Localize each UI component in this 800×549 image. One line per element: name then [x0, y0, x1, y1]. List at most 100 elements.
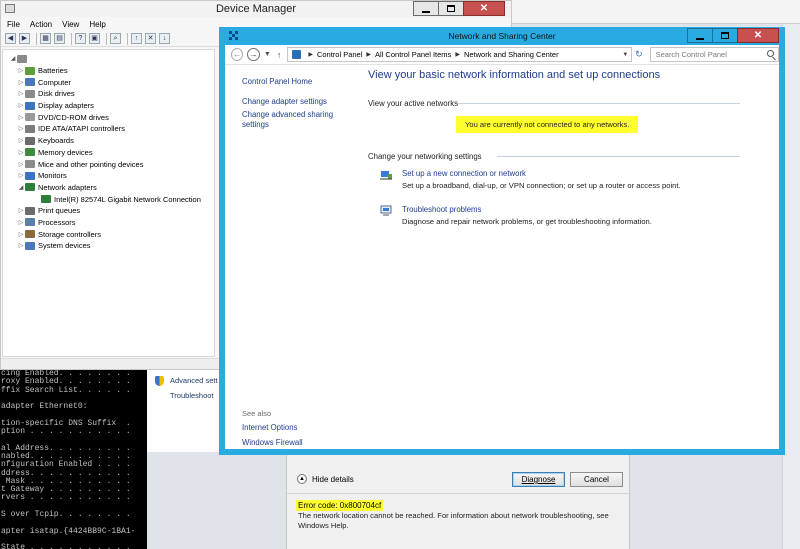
enable-device-icon[interactable]: ↓ — [159, 33, 170, 44]
close-button[interactable]: ✕ — [737, 28, 779, 43]
menu-action[interactable]: Action — [30, 20, 52, 29]
expand-icon[interactable]: ▷ — [17, 90, 25, 97]
expand-icon[interactable]: ▷ — [17, 67, 25, 74]
forward-button[interactable]: → — [247, 48, 260, 61]
refresh-icon[interactable]: ↻ — [632, 49, 645, 60]
network-sharing-center-window: Network and Sharing Center ✕ ← → ▼ ↑ ▶ C… — [219, 27, 785, 455]
troubleshoot-problems-desc: Diagnose and repair network problems, or… — [402, 217, 652, 226]
expand-icon[interactable]: ▷ — [17, 149, 25, 156]
hide-details-label: Hide details — [312, 474, 354, 484]
troubleshoot-link[interactable]: Troubleshoot — [170, 391, 214, 400]
up-arrow-icon[interactable]: ↑ — [277, 50, 282, 60]
recent-pages-icon[interactable]: ▼ — [264, 51, 271, 58]
device-manager-titlebar[interactable]: Device Manager ✕ — [1, 1, 511, 17]
nsc-titlebar[interactable]: Network and Sharing Center ✕ — [225, 27, 779, 45]
tree-item[interactable]: ▷ Keyboards — [3, 135, 214, 147]
expand-icon[interactable]: ▷ — [17, 102, 25, 109]
tree-item[interactable]: ▷ Memory devices — [3, 147, 214, 159]
not-connected-message: You are currently not connected to any n… — [456, 116, 639, 133]
uninstall-icon[interactable]: ✕ — [145, 33, 156, 44]
hide-details-toggle[interactable]: ▲ Hide details — [297, 474, 354, 484]
tree-item[interactable]: ▷ Print queues — [3, 205, 214, 217]
expand-icon[interactable]: ▷ — [17, 242, 25, 249]
console-line: S over Tcpip. . . . . . . . — [1, 510, 131, 520]
expand-icon[interactable]: ▷ — [17, 114, 25, 121]
minimize-button[interactable] — [413, 1, 439, 16]
control-panel-icon — [292, 50, 302, 59]
expand-icon[interactable]: ▷ — [17, 137, 25, 144]
menu-view[interactable]: View — [62, 20, 79, 29]
expand-icon[interactable]: ▷ — [17, 161, 25, 168]
nsc-window-controls: ✕ — [687, 28, 779, 43]
help-icon[interactable]: ? — [75, 33, 86, 44]
breadcrumb-nsc[interactable]: Network and Sharing Center — [464, 50, 559, 59]
error-code: Error code: 0x800704cf — [296, 500, 384, 511]
update-driver-icon[interactable]: ↑ — [131, 33, 142, 44]
change-advanced-sharing-link[interactable]: Change advanced sharing settings — [242, 110, 352, 129]
console-line: adapter Ethernet0: — [1, 402, 88, 412]
setup-connection-link[interactable]: Set up a new connection or network — [402, 169, 526, 178]
tree-item[interactable]: ▷ Computer — [3, 76, 214, 88]
expand-icon[interactable]: ▷ — [17, 219, 25, 226]
display-icon[interactable]: ▣ — [89, 33, 100, 44]
search-input[interactable]: Search Control Panel — [649, 47, 779, 62]
minimize-icon — [696, 38, 704, 40]
expand-icon[interactable]: ▷ — [17, 207, 25, 214]
tree-view-icon[interactable]: ▦ — [40, 33, 51, 44]
breadcrumb-separator-icon: ▶ — [308, 52, 313, 58]
tree-items: ▷ Batteries ▷ Computer ▷ Disk drives ▷ Display … — [3, 65, 214, 252]
tree-item[interactable]: ▷ Processors — [3, 217, 214, 229]
device-category-icon — [25, 89, 35, 98]
tree-root[interactable]: ◢ — [3, 53, 214, 65]
close-button[interactable]: ✕ — [463, 1, 505, 16]
device-tree[interactable]: ◢ ▷ Batteries ▷ Computer ▷ Disk drives ▷ Displa… — [2, 49, 215, 357]
back-arrow-icon[interactable]: ◀ — [5, 33, 16, 44]
collapse-icon[interactable]: ◢ — [17, 184, 25, 191]
tree-item[interactable]: ▷ Mice and other pointing devices — [3, 158, 214, 170]
cancel-button[interactable]: Cancel — [570, 472, 623, 487]
tree-item[interactable]: Intel(R) 82574L Gigabit Network Connecti… — [3, 193, 214, 205]
forward-arrow-icon[interactable]: ▶ — [19, 33, 30, 44]
tree-item[interactable]: ▷ Disk drives — [3, 88, 214, 100]
tree-item[interactable]: ▷ Monitors — [3, 170, 214, 182]
chevron-down-icon[interactable]: ▼ — [622, 52, 628, 58]
breadcrumb-control-panel[interactable]: Control Panel — [317, 50, 362, 59]
device-manager-icon — [5, 4, 15, 13]
minimize-button[interactable] — [687, 28, 713, 43]
device-category-icon — [25, 124, 35, 133]
device-category-icon — [25, 171, 35, 180]
tree-item[interactable]: ▷ Storage controllers — [3, 228, 214, 240]
back-button[interactable]: ← — [231, 48, 244, 61]
menu-file[interactable]: File — [7, 20, 20, 29]
menu-help[interactable]: Help — [89, 20, 105, 29]
see-also-label: See also — [242, 409, 272, 418]
tree-item[interactable]: ▷ Batteries — [3, 65, 214, 77]
tree-item[interactable]: ▷ DVD/CD-ROM drives — [3, 111, 214, 123]
control-panel-home-link[interactable]: Control Panel Home — [242, 77, 361, 87]
tree-item-label: Network adapters — [38, 182, 97, 192]
tree-item[interactable]: ▷ IDE ATA/ATAPI controllers — [3, 123, 214, 135]
change-adapter-settings-link[interactable]: Change adapter settings — [242, 97, 361, 107]
breadcrumb[interactable]: ▶ Control Panel ▶ All Control Panel Item… — [287, 47, 633, 62]
tree-item[interactable]: ◢ Network adapters — [3, 182, 214, 194]
maximize-button[interactable] — [438, 1, 464, 16]
troubleshoot-problems-link[interactable]: Troubleshoot problems — [402, 205, 481, 214]
tree-item[interactable]: ▷ Display adapters — [3, 100, 214, 112]
expand-icon[interactable]: ▷ — [17, 172, 25, 179]
breadcrumb-all-items[interactable]: All Control Panel Items — [375, 50, 451, 59]
collapse-icon[interactable]: ◢ — [9, 55, 17, 62]
expand-icon[interactable]: ▷ — [17, 79, 25, 86]
properties-icon[interactable]: ▤ — [54, 33, 65, 44]
tree-item[interactable]: ▷ System devices — [3, 240, 214, 252]
tree-item-label: Display adapters — [38, 101, 94, 111]
windows-firewall-link[interactable]: Windows Firewall — [242, 438, 303, 448]
expand-icon[interactable]: ▷ — [17, 231, 25, 238]
internet-options-link[interactable]: Internet Options — [242, 423, 297, 433]
maximize-button[interactable] — [712, 28, 738, 43]
expand-icon[interactable]: ▷ — [17, 125, 25, 132]
diagnose-button[interactable]: Diagnose — [512, 472, 565, 487]
scan-hardware-icon[interactable]: ⌕ — [110, 33, 121, 44]
section-divider — [457, 103, 740, 104]
advanced-settings-link[interactable]: Advanced sett — [170, 376, 218, 385]
chevron-up-icon: ▲ — [297, 474, 307, 484]
